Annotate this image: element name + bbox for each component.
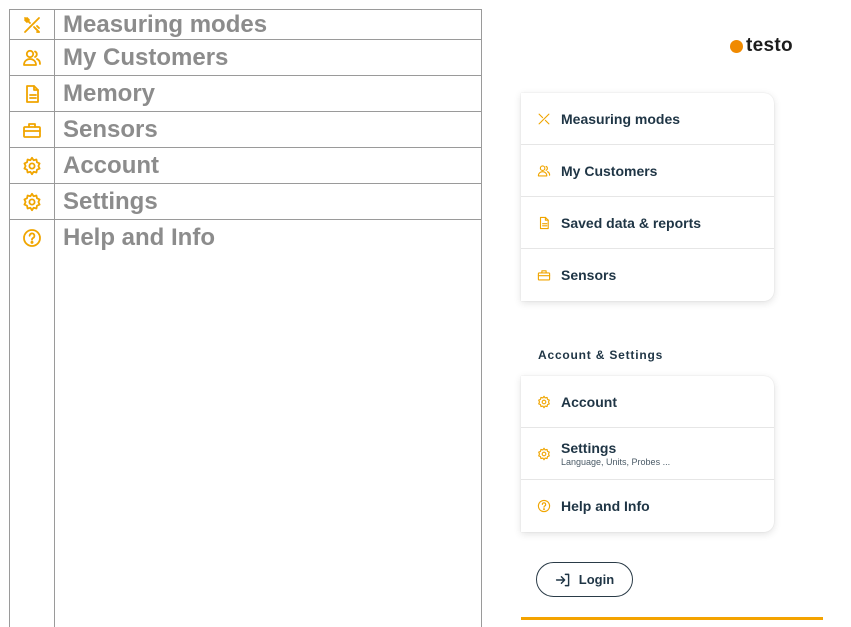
app-menu-screen: testo Measuring modes My Customers Saved… (521, 0, 851, 627)
document-icon (22, 84, 42, 104)
menu-item-account[interactable]: Account (521, 376, 774, 428)
menu-item-label: Saved data & reports (561, 214, 702, 231)
logo-dot-icon (730, 39, 743, 53)
menu-item-my-customers[interactable]: My Customers (521, 145, 774, 197)
gear-icon (537, 447, 551, 461)
table-row-label: Help and Info (63, 224, 215, 251)
tools-icon (22, 15, 42, 35)
menu-item-label: My Customers (561, 162, 658, 179)
document-icon (537, 216, 551, 230)
menu-item-settings[interactable]: Settings Language, Units, Probes ... (521, 428, 774, 480)
menu-item-label: Settings (561, 440, 617, 456)
login-icon (555, 573, 570, 586)
section-title: Account & Settings (538, 348, 664, 362)
menu-item-help-and-info[interactable]: Help and Info (521, 480, 774, 532)
table-row: Settings (10, 184, 481, 220)
table-row-label: My Customers (63, 43, 229, 71)
menu-item-label: Help and Info (561, 498, 650, 514)
menu-item-saved-data-reports[interactable]: Saved data & reports (521, 197, 774, 249)
menu-item-measuring-modes[interactable]: Measuring modes (521, 93, 774, 145)
bottom-accent-bar (521, 617, 823, 620)
table-row: Measuring modes (10, 10, 481, 40)
settings-menu-card: Account Settings Language, Units, Probes… (521, 376, 774, 532)
gear-icon (537, 395, 551, 409)
main-menu-card: Measuring modes My Customers Saved data … (521, 93, 774, 301)
table-row: Memory (10, 76, 481, 112)
toolbox-icon (537, 268, 551, 282)
toolbox-icon (22, 120, 42, 140)
login-button[interactable]: Login (536, 562, 633, 597)
table-row-label: Settings (63, 187, 158, 215)
table-row-label: Memory (63, 79, 156, 107)
table-row-label: Account (63, 151, 159, 179)
menu-item-label: Measuring modes (561, 110, 681, 127)
customers-icon (22, 48, 42, 68)
customers-icon (537, 164, 551, 178)
table-row: Account (10, 148, 481, 184)
logo-text: testo (746, 35, 793, 56)
tools-icon (537, 112, 551, 126)
table-row: My Customers (10, 40, 481, 76)
gear-icon (22, 192, 42, 212)
login-label: Login (578, 572, 615, 587)
icon-legend-table: Measuring modes My Customers Memory Sens… (9, 9, 482, 627)
help-icon (22, 228, 42, 248)
table-row-label: Measuring modes (63, 10, 268, 38)
gear-icon (22, 156, 42, 176)
menu-item-label: Account (561, 393, 617, 410)
menu-item-sensors[interactable]: Sensors (521, 249, 774, 301)
menu-item-label: Sensors (561, 267, 617, 283)
table-row: Help and Info (10, 220, 481, 256)
table-row-label: Sensors (63, 115, 158, 143)
table-row: Sensors (10, 112, 481, 148)
menu-item-sublabel: Language, Units, Probes ... (561, 457, 671, 467)
help-icon (537, 499, 551, 513)
testo-logo: testo (730, 35, 793, 57)
